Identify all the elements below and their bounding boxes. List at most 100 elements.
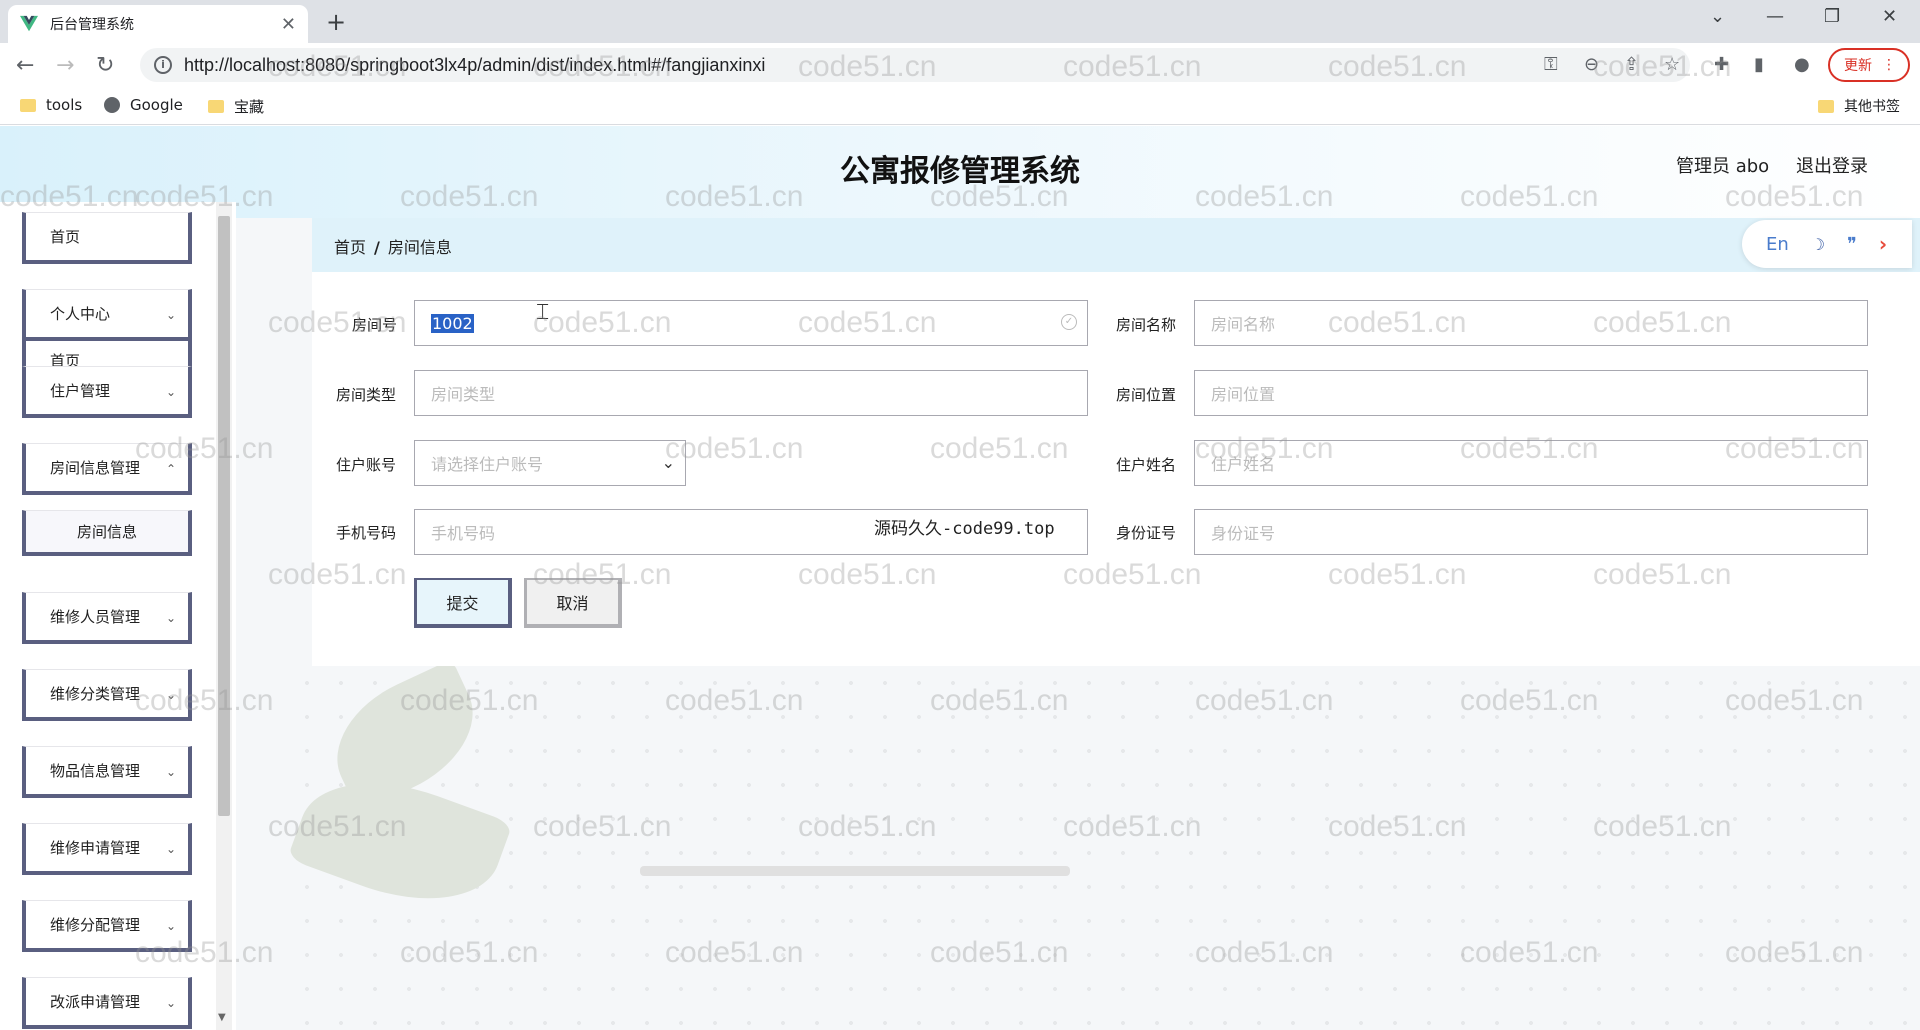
browser-tabbar: 后台管理系统 ✕ + ⌄ — ❐ ✕ <box>0 0 1920 43</box>
text-cursor-icon: ⌶ <box>536 300 550 325</box>
current-user: 管理员 abo <box>1676 156 1770 177</box>
sidebar-item-reassign-request-mgmt[interactable]: 改派申请管理 ⌄ <box>22 977 192 1029</box>
sidebar-item-resident-mgmt[interactable]: 住户管理 ⌄ <box>22 366 192 418</box>
sidebar-item-label: 维修分类管理 <box>50 685 141 703</box>
phone-placeholder: 手机号码 <box>431 524 496 543</box>
sidebar-item-label: 房间信息 <box>76 523 137 541</box>
resident-name-label: 住户姓名 <box>1116 456 1177 474</box>
zoom-icon[interactable]: ⊖ <box>1584 54 1599 75</box>
app-root: 公寓报修管理系统 管理员 abo 退出登录 首页 首页 个人中心 ⌄ 住户管理 ⌄ … <box>0 126 1920 1030</box>
forward-icon[interactable]: → <box>56 53 74 78</box>
breadcrumb-home[interactable]: 首页 <box>334 238 366 257</box>
id-number-input[interactable]: 身份证号 <box>1194 509 1868 555</box>
chevron-down-icon: ⌄ <box>165 996 176 1010</box>
quote-icon[interactable]: ❞ <box>1847 234 1857 255</box>
other-bookmarks[interactable]: 其他书签 <box>1818 96 1900 116</box>
sidebar-item-label: 首页 <box>50 228 81 246</box>
logout-link[interactable]: 退出登录 <box>1796 152 1868 178</box>
room-name-input[interactable]: 房间名称 <box>1194 300 1868 346</box>
key-icon[interactable]: ⚿ <box>1544 54 1558 75</box>
chevron-down-icon: ⌄ <box>165 842 176 856</box>
close-window-icon[interactable]: ✕ <box>1882 6 1897 27</box>
sidebar-item-personal-center[interactable]: 个人中心 ⌄ <box>22 289 192 341</box>
address-bar[interactable]: i http://localhost:8080/springboot3lx4p/… <box>140 48 1690 82</box>
sidebar-item-label: 个人中心 <box>50 305 111 323</box>
breadcrumb: 首页 / 房间信息 <box>312 218 1920 272</box>
profile-icon[interactable]: ● <box>1794 54 1810 75</box>
resident-name-input[interactable]: 住户姓名 <box>1194 440 1868 486</box>
share-icon[interactable]: ⇪ <box>1624 54 1639 75</box>
sidebar-item-label: 改派申请管理 <box>50 993 141 1011</box>
new-tab-icon[interactable]: + <box>326 8 346 36</box>
scroll-down-arrow-icon[interactable]: ▼ <box>218 1012 226 1023</box>
sidebar-item-room-mgmt[interactable]: 房间信息管理 ⌃ <box>22 443 192 495</box>
chevron-down-icon: ⌄ <box>165 765 176 779</box>
sidebar-item-repairman-mgmt[interactable]: 维修人员管理 ⌄ <box>22 592 192 644</box>
sidebar-item-label: 物品信息管理 <box>50 762 141 780</box>
update-label: 更新 <box>1844 58 1872 74</box>
extensions-icon[interactable]: ✚ <box>1714 54 1729 75</box>
sidebar-scroll-thumb[interactable] <box>218 216 230 816</box>
chevron-down-icon: ⌄ <box>165 385 176 399</box>
language-switch[interactable]: En <box>1766 234 1789 255</box>
room-location-input[interactable]: 房间位置 <box>1194 370 1868 416</box>
room-no-input[interactable]: 1002 ✓ <box>414 300 1088 346</box>
bookmarks-bar: tools Google 宝藏 其他书签 <box>0 87 1920 125</box>
bookmark-label: 宝藏 <box>234 98 265 116</box>
source-watermark-text: 源码久久-code99.top <box>874 519 1055 539</box>
sidebar-item-repair-request-mgmt[interactable]: 维修申请管理 ⌄ <box>22 823 192 875</box>
bookmark-star-icon[interactable]: ☆ <box>1664 54 1680 75</box>
cancel-button[interactable]: 取消 <box>524 578 622 628</box>
vue-logo-icon <box>20 15 38 32</box>
side-panel-icon[interactable]: ▮ <box>1754 54 1764 75</box>
room-type-label: 房间类型 <box>336 386 397 404</box>
toolbox-pill: En ☽ ❞ › <box>1742 220 1912 268</box>
room-type-input[interactable]: 房间类型 <box>414 370 1088 416</box>
bookmark-treasure[interactable]: 宝藏 <box>208 96 264 117</box>
moon-icon[interactable]: ☽ <box>1811 235 1825 254</box>
sidebar-item-label: 维修分配管理 <box>50 916 141 934</box>
breadcrumb-trail: 首页 / 房间信息 <box>334 234 452 258</box>
sidebar-item-item-info-mgmt[interactable]: 物品信息管理 ⌄ <box>22 746 192 798</box>
room-location-label: 房间位置 <box>1116 386 1177 404</box>
update-button[interactable]: 更新 ⋮ <box>1828 48 1910 82</box>
bookmark-tools[interactable]: tools <box>20 96 82 114</box>
back-icon[interactable]: ← <box>16 53 34 78</box>
browser-toolbar: ← → ↻ i http://localhost:8080/springboot… <box>0 43 1920 87</box>
sidebar-subitem-room-info[interactable]: 房间信息 <box>22 510 192 556</box>
lamp-decor <box>640 866 1070 876</box>
id-number-placeholder: 身份证号 <box>1211 524 1276 543</box>
url-text[interactable]: http://localhost:8080/springboot3lx4p/ad… <box>184 55 765 76</box>
chevron-down-icon: ⌄ <box>165 611 176 625</box>
folder-icon <box>1818 99 1834 113</box>
folder-icon <box>20 98 36 112</box>
sidebar-item-repair-assign-mgmt[interactable]: 维修分配管理 ⌄ <box>22 900 192 952</box>
sidebar-item-home[interactable]: 首页 <box>22 212 192 264</box>
site-info-icon[interactable]: i <box>154 56 172 74</box>
reload-icon[interactable]: ↻ <box>96 53 114 78</box>
room-type-placeholder: 房间类型 <box>431 385 496 404</box>
tab-title: 后台管理系统 <box>50 17 134 33</box>
browser-tab[interactable]: 后台管理系统 ✕ <box>8 5 308 43</box>
restore-icon[interactable]: ❐ <box>1824 6 1840 27</box>
room-name-label: 房间名称 <box>1116 316 1177 334</box>
room-location-placeholder: 房间位置 <box>1211 385 1276 404</box>
clear-icon[interactable]: ✓ <box>1061 314 1077 330</box>
globe-icon <box>104 97 120 113</box>
tab-close-icon[interactable]: ✕ <box>281 14 296 35</box>
bookmark-google[interactable]: Google <box>104 96 183 114</box>
resident-account-placeholder: 请选择住户账号 <box>431 455 544 474</box>
tab-search-icon[interactable]: ⌄ <box>1710 6 1725 27</box>
minimize-icon[interactable]: — <box>1766 6 1784 27</box>
sidebar-item-repair-category-mgmt[interactable]: 维修分类管理 ⌄ <box>22 669 192 721</box>
chevron-down-icon: ⌄ <box>165 688 176 702</box>
chevron-right-icon[interactable]: › <box>1879 232 1887 256</box>
room-no-value: 1002 <box>431 313 474 333</box>
sidebar-item-label: 住户管理 <box>50 382 111 400</box>
chevron-up-icon: ⌃ <box>165 462 176 476</box>
resident-account-select[interactable]: 请选择住户账号 ⌄ <box>414 440 686 486</box>
submit-button[interactable]: 提交 <box>414 578 512 628</box>
folder-icon <box>208 100 224 113</box>
bookmark-label: tools <box>46 96 83 114</box>
breadcrumb-separator: / <box>374 238 380 257</box>
